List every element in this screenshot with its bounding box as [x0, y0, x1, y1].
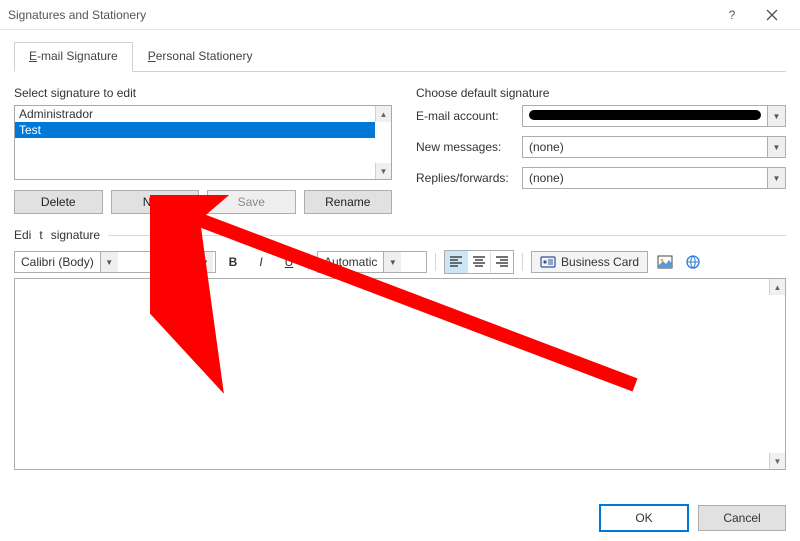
edit-signature-label: Edit signature [14, 228, 786, 242]
chevron-up-icon[interactable]: ▲ [375, 106, 391, 122]
bold-button[interactable]: B [222, 251, 244, 273]
tab-email-signature[interactable]: E-mail Signature [14, 42, 133, 72]
combo-value: Automatic [318, 252, 383, 272]
chevron-down-icon[interactable]: ▼ [100, 252, 118, 272]
align-group [444, 250, 514, 274]
new-messages-combo[interactable]: (none) ▼ [522, 136, 786, 158]
email-account-label: E-mail account: [416, 109, 516, 123]
insert-picture-button[interactable] [654, 251, 676, 273]
signature-listbox[interactable]: Administrador Test ▲ ▼ [14, 105, 392, 180]
separator [435, 253, 436, 271]
combo-value: (none) [523, 168, 767, 188]
tab-strip: E-mail Signature Personal Stationery [14, 42, 786, 72]
font-color-combo[interactable]: Automatic ▼ [317, 251, 427, 273]
titlebar: Signatures and Stationery ? [0, 0, 800, 30]
choose-default-label: Choose default signature [416, 86, 786, 100]
font-family-combo[interactable]: Calibri (Body) ▼ [14, 251, 164, 273]
signature-editor[interactable]: ▲ ▼ [14, 278, 786, 470]
chevron-down-icon[interactable]: ▼ [375, 163, 391, 179]
new-button[interactable]: New [111, 190, 200, 214]
help-button[interactable]: ? [712, 0, 752, 30]
business-card-icon [540, 254, 556, 270]
dialog-footer: OK Cancel [600, 505, 786, 531]
picture-icon [657, 254, 673, 270]
replies-forwards-label: Replies/forwards: [416, 171, 516, 185]
chevron-up-icon[interactable]: ▲ [769, 279, 785, 295]
separator [308, 253, 309, 271]
cancel-button[interactable]: Cancel [698, 505, 786, 531]
align-right-icon [494, 254, 510, 270]
italic-button[interactable]: I [250, 251, 272, 273]
replies-forwards-combo[interactable]: (none) ▼ [522, 167, 786, 189]
email-account-combo[interactable]: ▼ [522, 105, 786, 127]
new-messages-label: New messages: [416, 140, 516, 154]
format-toolbar: Calibri (Body) ▼ 11 ▼ B I U Automatic ▼ [14, 250, 786, 274]
align-left-icon [448, 254, 464, 270]
align-center-icon [471, 254, 487, 270]
font-size-combo[interactable]: 11 ▼ [170, 251, 216, 273]
rename-button[interactable]: Rename [304, 190, 393, 214]
combo-value: (none) [523, 137, 767, 157]
underline-button[interactable]: U [278, 251, 300, 273]
window-title: Signatures and Stationery [8, 8, 712, 22]
tab-personal-stationery[interactable]: Personal Stationery [133, 42, 268, 72]
align-center-button[interactable] [468, 251, 491, 273]
list-item[interactable]: Test [15, 122, 375, 138]
chevron-down-icon[interactable]: ▼ [767, 106, 785, 126]
insert-hyperlink-button[interactable] [682, 251, 704, 273]
delete-button[interactable]: Delete [14, 190, 103, 214]
chevron-down-icon[interactable]: ▼ [383, 252, 401, 272]
hyperlink-icon [685, 254, 701, 270]
combo-value: 11 [171, 252, 195, 272]
combo-value: Calibri (Body) [15, 252, 100, 272]
chevron-down-icon[interactable]: ▼ [767, 137, 785, 157]
chevron-down-icon[interactable]: ▼ [767, 168, 785, 188]
align-right-button[interactable] [491, 251, 513, 273]
ok-button[interactable]: OK [600, 505, 688, 531]
business-card-label: Business Card [561, 255, 639, 269]
align-left-button[interactable] [445, 251, 468, 273]
chevron-down-icon[interactable]: ▼ [769, 453, 785, 469]
save-button: Save [207, 190, 296, 214]
business-card-button[interactable]: Business Card [531, 251, 648, 273]
chevron-down-icon[interactable]: ▼ [195, 252, 213, 272]
redacted-value [529, 110, 761, 120]
separator [522, 253, 523, 271]
select-signature-label: Select signature to edit [14, 86, 392, 100]
close-button[interactable] [752, 0, 792, 30]
list-item[interactable]: Administrador [15, 106, 375, 122]
close-icon [764, 7, 780, 23]
